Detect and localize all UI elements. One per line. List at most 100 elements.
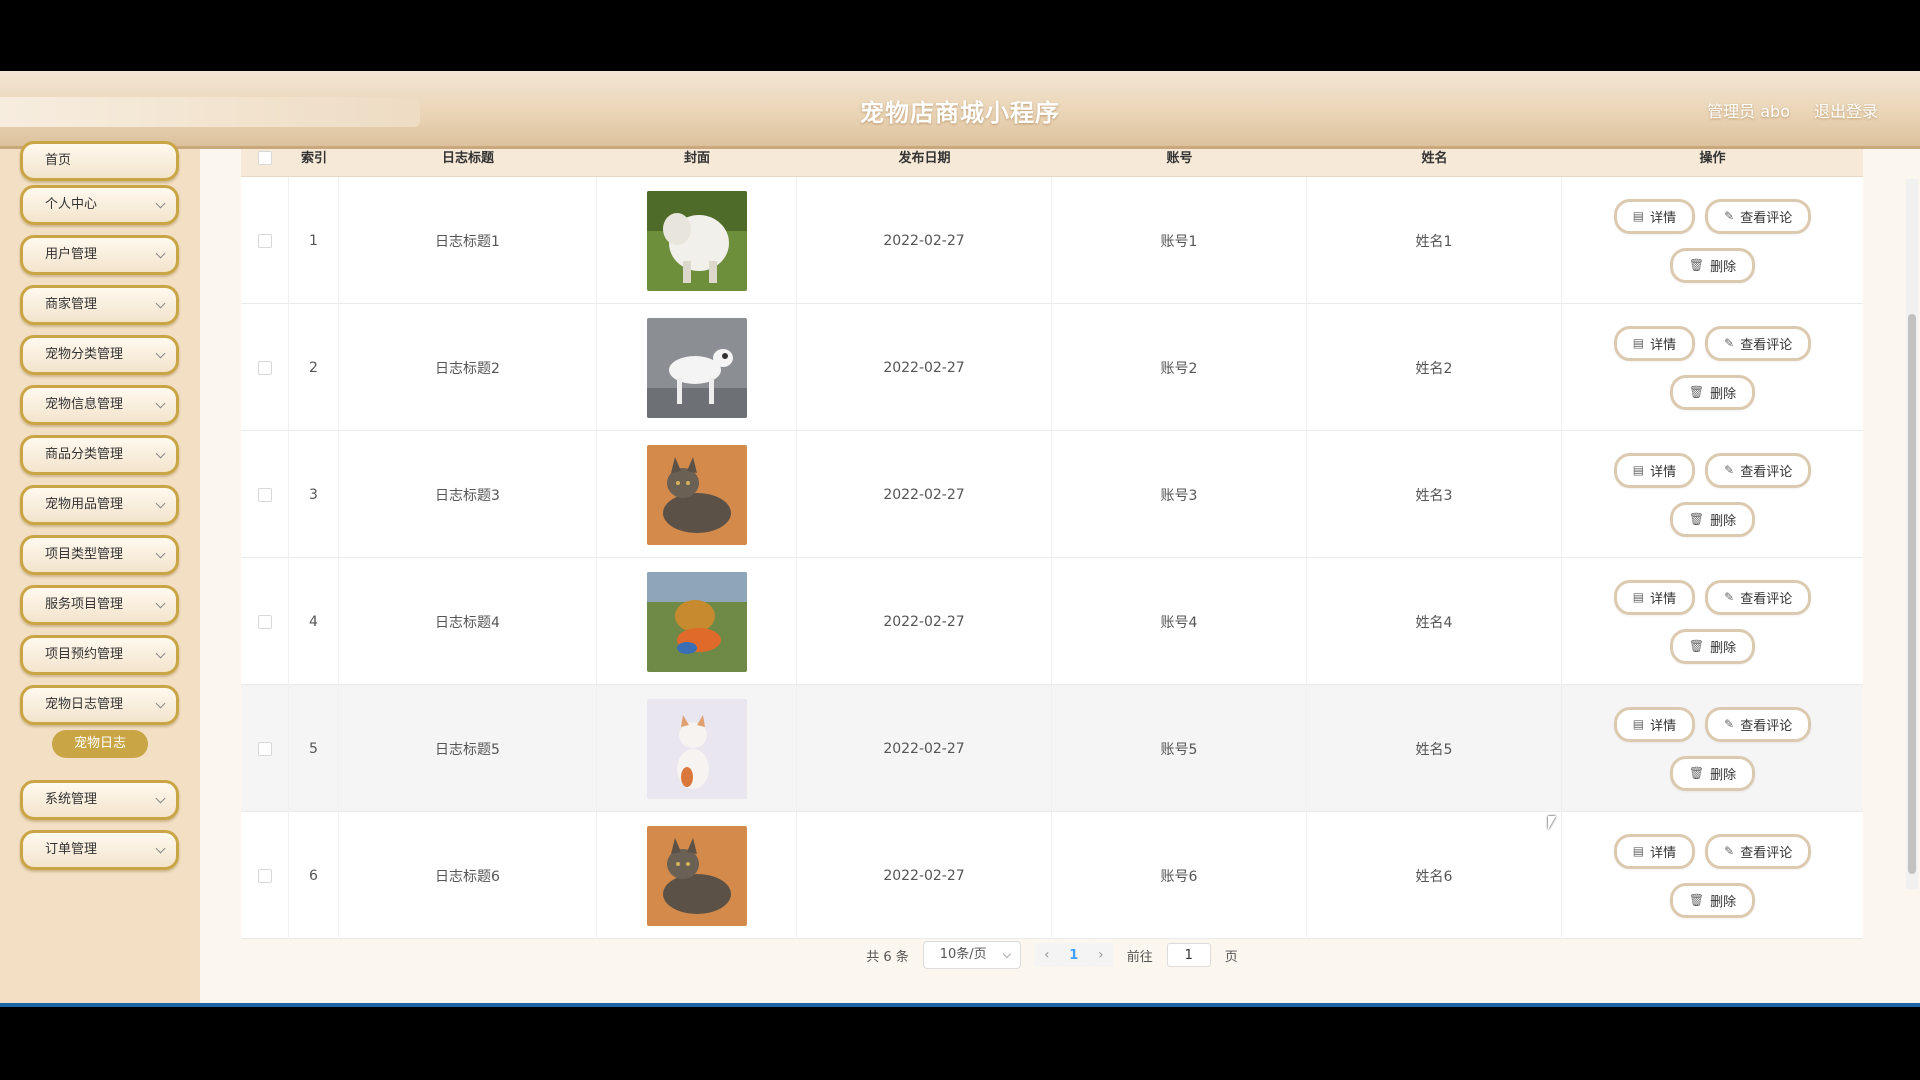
cover-image[interactable] <box>646 317 747 418</box>
view-comments-button[interactable]: ✎ 查看评论 <box>1705 452 1812 488</box>
detail-button-label: 详情 <box>1650 845 1677 861</box>
chevron-down-icon <box>155 398 166 409</box>
sidebar-item-user-mgmt[interactable]: 用户管理 <box>20 235 179 275</box>
column-header-account[interactable]: 账号 <box>1052 149 1307 177</box>
cell-account: 账号6 <box>1052 812 1307 939</box>
admin-user-label: 管理员 abo <box>1707 102 1790 121</box>
chevron-down-icon <box>155 648 166 659</box>
goto-page-input[interactable] <box>1166 943 1211 967</box>
cell-date: 2022-02-27 <box>797 431 1052 558</box>
cell-actions: ▤ 详情 ✎ 查看评论 🗑 删除 <box>1562 304 1863 431</box>
delete-button-label: 删除 <box>1710 767 1737 783</box>
view-comments-button[interactable]: ✎ 查看评论 <box>1705 706 1812 742</box>
sidebar-item-system-mgmt[interactable]: 系统管理 <box>20 780 179 820</box>
row-checkbox[interactable] <box>257 868 272 883</box>
cell-actions: ▤ 详情 ✎ 查看评论 🗑 删除 <box>1562 558 1863 685</box>
column-header-date[interactable]: 发布日期 <box>797 149 1052 177</box>
detail-button[interactable]: ▤ 详情 <box>1613 198 1696 234</box>
detail-button[interactable]: ▤ 详情 <box>1613 706 1696 742</box>
table-row: 4 日志标题4 2022-02-27 账号4 姓名4 ▤ 详情 ✎ 查看评论 🗑 删除 <box>241 558 1863 685</box>
chevron-down-icon <box>155 298 166 309</box>
sidebar-item-home[interactable]: 首页 <box>20 141 179 181</box>
sidebar-item-label: 商家管理 <box>45 297 98 312</box>
select-all-checkbox[interactable] <box>258 151 272 165</box>
cell-actions: ▤ 详情 ✎ 查看评论 🗑 删除 <box>1562 812 1863 939</box>
cover-image[interactable] <box>646 571 747 672</box>
sidebar-item-pet-info-mgmt[interactable]: 宠物信息管理 <box>20 385 179 425</box>
cell-date: 2022-02-27 <box>797 685 1052 812</box>
scrollbar-thumb[interactable] <box>1908 314 1916 874</box>
sidebar-item-pet-log-mgmt[interactable]: 宠物日志管理 <box>20 685 179 725</box>
trash-icon: 🗑 <box>1688 512 1705 526</box>
next-page-button[interactable]: › <box>1088 943 1113 967</box>
sidebar-item-service-mgmt[interactable]: 服务项目管理 <box>20 585 179 625</box>
cell-account: 账号2 <box>1052 304 1307 431</box>
row-checkbox[interactable] <box>257 487 272 502</box>
header-user-area: 管理员 abo 退出登录 <box>1707 98 1878 122</box>
vertical-scrollbar[interactable] <box>1906 179 1918 889</box>
detail-button[interactable]: ▤ 详情 <box>1613 833 1696 869</box>
delete-button[interactable]: 🗑 删除 <box>1669 755 1756 791</box>
row-checkbox[interactable] <box>257 360 272 375</box>
document-icon: ▤ <box>1632 463 1645 477</box>
chevron-down-icon <box>1002 949 1011 959</box>
prev-page-button[interactable]: ‹ <box>1034 943 1059 967</box>
delete-button[interactable]: 🗑 删除 <box>1669 247 1756 283</box>
detail-button[interactable]: ▤ 详情 <box>1613 452 1696 488</box>
sidebar-item-project-type-mgmt[interactable]: 项目类型管理 <box>20 535 179 575</box>
sidebar-item-personal-center[interactable]: 个人中心 <box>20 185 179 225</box>
edit-icon: ✎ <box>1724 463 1735 477</box>
chevron-down-icon <box>155 348 166 359</box>
delete-button[interactable]: 🗑 删除 <box>1669 882 1756 918</box>
view-comments-button[interactable]: ✎ 查看评论 <box>1705 579 1812 615</box>
column-header-title[interactable]: 日志标题 <box>339 149 597 177</box>
row-checkbox[interactable] <box>257 614 272 629</box>
app-screen: 宠物店商城小程序 管理员 abo 退出登录 首页 个人中心 用户管理 商家管理 … <box>0 71 1920 1006</box>
view-comments-button[interactable]: ✎ 查看评论 <box>1705 833 1812 869</box>
sidebar-item-reservation-mgmt[interactable]: 项目预约管理 <box>20 635 179 675</box>
cell-index: 5 <box>289 685 339 812</box>
total-count: 共 6 条 <box>866 949 909 965</box>
delete-button[interactable]: 🗑 删除 <box>1669 501 1756 537</box>
delete-button[interactable]: 🗑 删除 <box>1669 374 1756 410</box>
cover-image[interactable] <box>646 444 747 545</box>
column-header-name[interactable]: 姓名 <box>1307 149 1562 177</box>
page-number-current[interactable]: 1 <box>1058 943 1089 967</box>
row-checkbox[interactable] <box>257 233 272 248</box>
chevron-down-icon <box>155 498 166 509</box>
view-comments-label: 查看评论 <box>1740 210 1793 226</box>
detail-button[interactable]: ▤ 详情 <box>1613 579 1696 615</box>
table-row: 6 日志标题6 2022-02-27 账号6 姓名6 ▤ 详情 ✎ 查看评论 🗑 删除 <box>241 812 1863 939</box>
view-comments-button[interactable]: ✎ 查看评论 <box>1705 325 1812 361</box>
cell-name: 姓名6 <box>1307 812 1562 939</box>
sidebar-item-goods-category-mgmt[interactable]: 商品分类管理 <box>20 435 179 475</box>
column-header-actions: 操作 <box>1699 151 1726 166</box>
chevron-down-icon <box>155 843 166 854</box>
cover-image[interactable] <box>646 825 747 926</box>
sidebar-item-pet-supplies-mgmt[interactable]: 宠物用品管理 <box>20 485 179 525</box>
sidebar-item-label: 系统管理 <box>45 792 98 807</box>
column-header-cover[interactable]: 封面 <box>597 149 797 177</box>
view-comments-label: 查看评论 <box>1740 591 1793 607</box>
document-icon: ▤ <box>1632 336 1645 350</box>
cell-index: 6 <box>289 812 339 939</box>
edit-icon: ✎ <box>1724 717 1735 731</box>
delete-button-label: 删除 <box>1710 259 1737 275</box>
sidebar-item-pet-category-mgmt[interactable]: 宠物分类管理 <box>20 335 179 375</box>
page-size-select[interactable]: 10条/页 <box>922 941 1021 969</box>
cell-index: 4 <box>289 558 339 685</box>
submenu-pet-log[interactable]: 宠物日志 <box>52 730 148 758</box>
cover-image[interactable] <box>646 698 747 799</box>
view-comments-button[interactable]: ✎ 查看评论 <box>1705 198 1812 234</box>
trash-icon: 🗑 <box>1688 385 1705 399</box>
cell-account: 账号1 <box>1052 177 1307 304</box>
logout-link[interactable]: 退出登录 <box>1814 98 1878 122</box>
cover-image[interactable] <box>646 190 747 291</box>
row-checkbox[interactable] <box>257 741 272 756</box>
sidebar-item-order-mgmt[interactable]: 订单管理 <box>20 830 179 870</box>
delete-button[interactable]: 🗑 删除 <box>1669 628 1756 664</box>
sidebar-item-merchant-mgmt[interactable]: 商家管理 <box>20 285 179 325</box>
column-header-index[interactable]: 索引 <box>289 149 339 177</box>
detail-button[interactable]: ▤ 详情 <box>1613 325 1696 361</box>
header-select-all[interactable] <box>241 149 289 177</box>
